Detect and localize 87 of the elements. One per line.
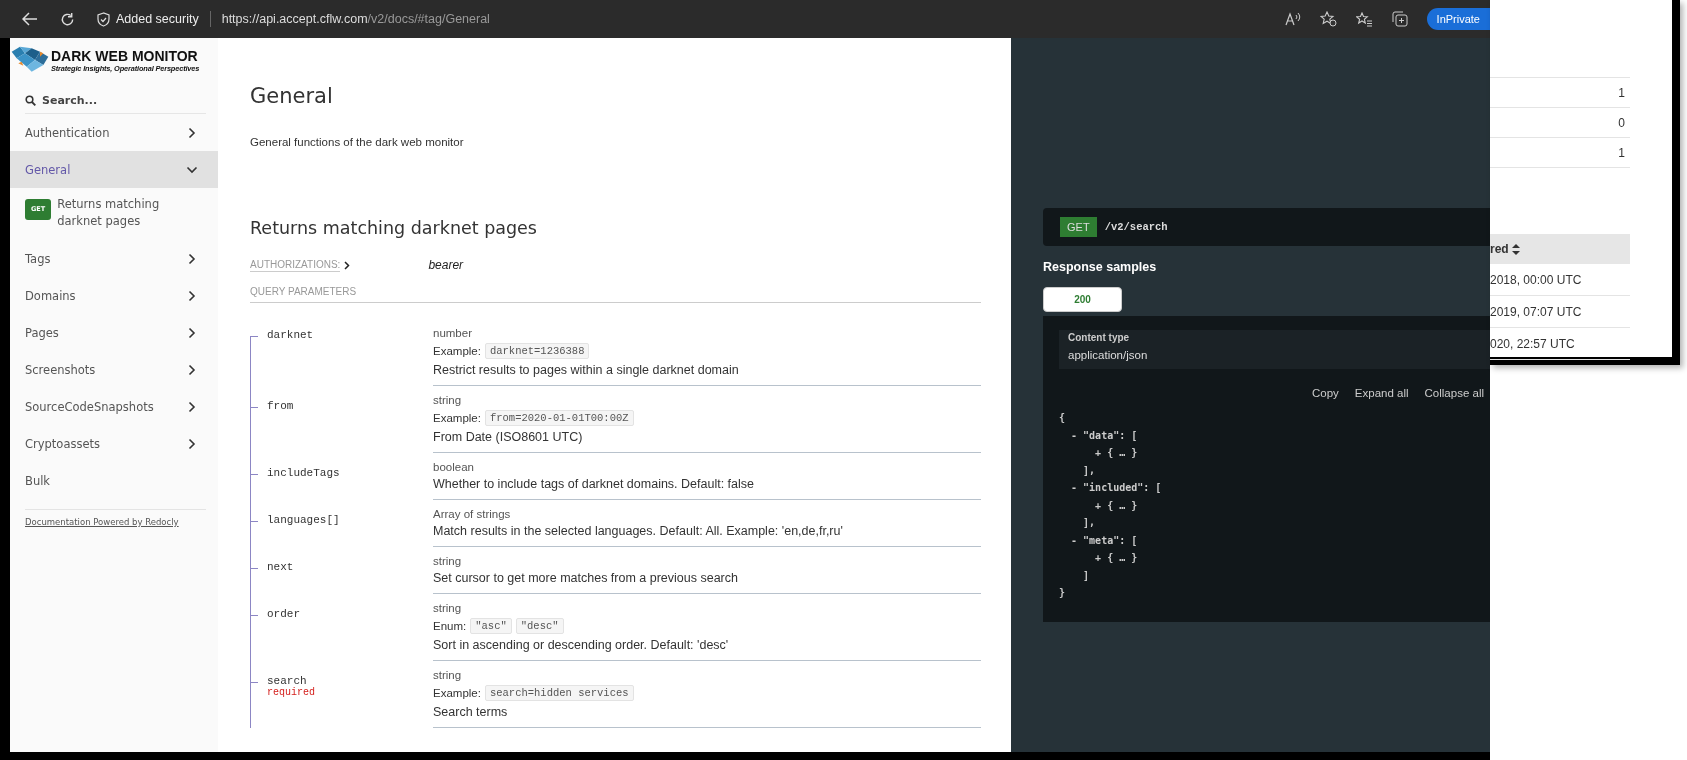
- param-name: languages[]: [267, 514, 340, 526]
- json-sample: { - "data": [ + { … } ], - "included": [ + { … } ], - "meta": [ + { … } ] }: [1059, 411, 1163, 600]
- status-tab[interactable]: 200: [1043, 287, 1122, 312]
- reload-icon[interactable]: [60, 11, 75, 27]
- param-type: string: [433, 555, 463, 567]
- example-label: Example:: [433, 412, 481, 424]
- endpoint-path: /v2/search: [1104, 221, 1168, 233]
- chevron-icon: [186, 165, 198, 174]
- code-action-button[interactable]: Copy: [1311, 387, 1339, 399]
- param-description: Restrict results to pages within a single darknet domain: [433, 363, 740, 377]
- samples-heading: Response samples: [1043, 260, 1158, 274]
- date-cell: 2019, 07:07 UTC: [1490, 304, 1582, 319]
- collections-icon[interactable]: [1391, 11, 1408, 27]
- param-name: search: [267, 675, 308, 687]
- section-description: General functions of the dark web monitor: [250, 136, 465, 148]
- count-value: 0: [1618, 115, 1625, 130]
- param-name: includeTags: [267, 467, 340, 479]
- favorites-icon[interactable]: [1355, 11, 1373, 27]
- enum-value: "asc": [470, 618, 512, 634]
- chevron-icon: [188, 126, 196, 139]
- params-heading: QUERY PARAMETERS: [250, 286, 981, 303]
- footer-link[interactable]: Documentation Powered by Redocly: [25, 517, 218, 527]
- param-type: string: [433, 669, 463, 681]
- param-description: Set cursor to get more matches from a previous search: [433, 571, 739, 585]
- chevron-icon: [188, 252, 196, 265]
- nav-item[interactable]: Cryptoassets: [10, 425, 218, 462]
- chevron-icon: [188, 400, 196, 413]
- chevron-icon: [188, 437, 196, 450]
- section-title: General: [250, 84, 334, 108]
- param-description: Whether to include tags of darknet domains. Default: false: [433, 477, 755, 491]
- date-cell: 020, 22:57 UTC: [1490, 336, 1575, 351]
- shield-check-icon: [97, 11, 110, 27]
- param-type: Array of strings: [433, 508, 512, 520]
- enum-label: Enum:: [433, 620, 467, 632]
- date-cell: 2018, 00:00 UTC: [1490, 272, 1582, 287]
- operation-title: Returns matching darknet pages: [250, 218, 538, 238]
- example-value: search=hidden services: [484, 685, 634, 701]
- example-label: Example:: [433, 687, 481, 699]
- param-name: order: [267, 608, 300, 620]
- example-value: from=2020-01-01T00:00Z: [484, 410, 634, 426]
- chevron-icon[interactable]: [344, 260, 351, 270]
- table-header[interactable]: red: [1490, 234, 1630, 264]
- chevron-icon: [188, 326, 196, 339]
- search-icon: [25, 95, 36, 106]
- param-name: next: [267, 561, 294, 573]
- read-aloud-icon[interactable]: [1284, 12, 1301, 26]
- param-type: number: [433, 327, 473, 339]
- param-description: Match results in the selected languages. Default: All. Example: 'en,de,fr,ru': [433, 524, 844, 538]
- param-type: boolean: [433, 461, 475, 473]
- back-arrow-icon[interactable]: [22, 12, 38, 26]
- nav-item[interactable]: Domains: [10, 277, 218, 314]
- nav-item[interactable]: General: [10, 151, 218, 188]
- count-value: 1: [1618, 145, 1625, 160]
- method-badge: GET: [1060, 217, 1097, 237]
- param-type: string: [433, 394, 463, 406]
- param-description: Search terms: [433, 705, 509, 719]
- nav-item[interactable]: SourceCodeSnapshots: [10, 388, 218, 425]
- required-label: required: [267, 687, 315, 698]
- inprivate-badge[interactable]: InPrivate: [1426, 8, 1490, 30]
- sort-icon: [1511, 243, 1520, 255]
- param-name: from: [267, 400, 294, 412]
- endpoint-bar[interactable]: GET /v2/search: [1043, 208, 1490, 246]
- security-label: Added security: [116, 12, 199, 26]
- nav-item[interactable]: Authentication: [10, 114, 218, 151]
- param-description: From Date (ISO8601 UTC): [433, 430, 584, 444]
- example-label: Example:: [433, 345, 481, 357]
- chevron-icon: [188, 289, 196, 302]
- authorization-value: bearer: [428, 258, 464, 272]
- brand-title: DARK WEB MONITOR: [51, 47, 199, 64]
- nav-item[interactable]: Pages: [10, 314, 218, 351]
- code-action-button[interactable]: Expand all: [1354, 387, 1409, 399]
- nav-item[interactable]: Bulk: [10, 462, 218, 499]
- enum-value: "desc": [515, 618, 564, 634]
- content-type-select[interactable]: Content type application/json: [1059, 330, 1490, 369]
- chevron-icon: [188, 363, 196, 376]
- count-value: 1: [1618, 85, 1625, 100]
- param-description: Sort in ascending or descending order. Default: 'desc': [433, 638, 730, 652]
- add-favorite-icon[interactable]: [1319, 11, 1337, 27]
- param-name: darknet: [267, 329, 314, 341]
- code-action-button[interactable]: Collapse all: [1424, 387, 1484, 399]
- nav-item[interactable]: Tags: [10, 240, 218, 277]
- nav-item[interactable]: Screenshots: [10, 351, 218, 388]
- example-value: darknet=1236388: [484, 343, 590, 359]
- address-bar[interactable]: https://api.accept.cflw.com/v2/docs/#tag/General: [221, 12, 490, 26]
- security-indicator[interactable]: Added security: [97, 11, 199, 27]
- search-field[interactable]: Search...: [42, 94, 202, 107]
- param-type: string: [433, 602, 463, 614]
